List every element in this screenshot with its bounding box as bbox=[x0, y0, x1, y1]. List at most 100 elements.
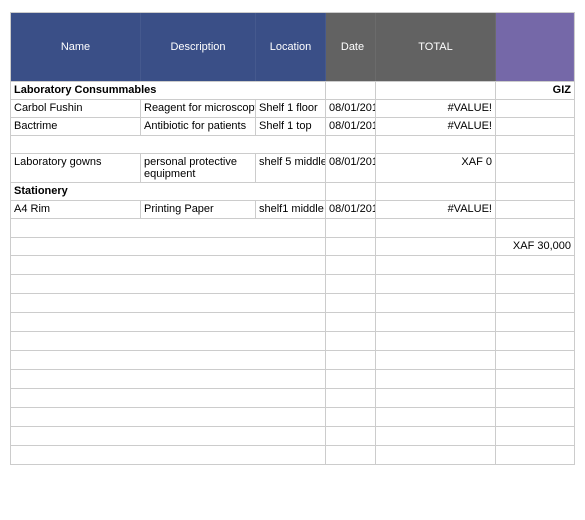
table-row[interactable] bbox=[11, 312, 574, 331]
cell-empty[interactable] bbox=[376, 332, 496, 350]
table-row[interactable] bbox=[11, 255, 574, 274]
table-row[interactable] bbox=[11, 274, 574, 293]
cell-empty[interactable] bbox=[376, 408, 496, 426]
cell-empty[interactable] bbox=[496, 351, 574, 369]
table-row[interactable] bbox=[11, 293, 574, 312]
cell-empty[interactable] bbox=[326, 408, 376, 426]
cell-empty[interactable] bbox=[11, 408, 326, 426]
table-row[interactable]: A4 Rim Printing Paper shelf1 middle 08/0… bbox=[11, 200, 574, 218]
cell-date[interactable]: 08/01/2013 bbox=[326, 154, 376, 182]
cell-loc[interactable]: Shelf 1 top bbox=[256, 118, 326, 135]
cell-empty[interactable] bbox=[326, 294, 376, 312]
cell-empty[interactable] bbox=[376, 370, 496, 388]
cell-empty[interactable] bbox=[326, 313, 376, 331]
summary-row: XAF 30,000 bbox=[11, 237, 574, 255]
cell-empty[interactable] bbox=[376, 427, 496, 445]
cell-empty[interactable] bbox=[496, 275, 574, 293]
cell-empty bbox=[11, 238, 326, 255]
summary-total: XAF 30,000 bbox=[496, 238, 574, 255]
section-header: Laboratory Consummables GIZ bbox=[11, 81, 574, 99]
cell-empty[interactable] bbox=[11, 294, 326, 312]
cell-empty[interactable] bbox=[326, 351, 376, 369]
cell-empty[interactable] bbox=[11, 256, 326, 274]
cell-empty[interactable] bbox=[376, 446, 496, 464]
cell-total[interactable]: XAF 0 bbox=[376, 154, 496, 182]
cell-empty bbox=[326, 82, 376, 99]
cell-empty[interactable] bbox=[496, 219, 574, 237]
cell-total[interactable]: #VALUE! bbox=[376, 118, 496, 135]
table-row[interactable]: Carbol Fushin Reagent for microscopy She… bbox=[11, 99, 574, 117]
cell-empty[interactable] bbox=[496, 408, 574, 426]
cell-empty[interactable] bbox=[326, 332, 376, 350]
cell-empty[interactable] bbox=[326, 219, 376, 237]
cell-name[interactable]: Bactrime bbox=[11, 118, 141, 135]
cell-empty[interactable] bbox=[11, 351, 326, 369]
cell-empty[interactable] bbox=[496, 332, 574, 350]
cell-empty[interactable] bbox=[326, 370, 376, 388]
cell-empty[interactable] bbox=[496, 256, 574, 274]
cell-loc[interactable]: Shelf 1 floor bbox=[256, 100, 326, 117]
cell-empty[interactable] bbox=[326, 427, 376, 445]
table-row[interactable]: Bactrime Antibiotic for patients Shelf 1… bbox=[11, 117, 574, 135]
cell-desc[interactable]: Printing Paper bbox=[141, 201, 256, 218]
table-row[interactable]: Laboratory gowns personal protective equ… bbox=[11, 153, 574, 182]
cell-empty[interactable] bbox=[11, 332, 326, 350]
section-title bbox=[11, 136, 326, 153]
cell-empty[interactable] bbox=[376, 389, 496, 407]
cell-name[interactable]: Laboratory gowns bbox=[11, 154, 141, 182]
cell-loc[interactable]: shelf1 middle bbox=[256, 201, 326, 218]
cell-total[interactable]: #VALUE! bbox=[376, 201, 496, 218]
cell-empty[interactable] bbox=[496, 427, 574, 445]
cell-empty[interactable] bbox=[376, 275, 496, 293]
cell-empty[interactable] bbox=[326, 256, 376, 274]
header-name: Name bbox=[11, 13, 141, 81]
cell-empty[interactable] bbox=[496, 389, 574, 407]
cell-empty[interactable] bbox=[326, 275, 376, 293]
cell-desc[interactable]: Antibiotic for patients bbox=[141, 118, 256, 135]
cell-loc[interactable]: shelf 5 middle bbox=[256, 154, 326, 182]
cell-empty[interactable] bbox=[376, 294, 496, 312]
cell-empty[interactable] bbox=[496, 294, 574, 312]
cell-date[interactable]: 08/01/2013 bbox=[326, 118, 376, 135]
table-row[interactable] bbox=[11, 218, 574, 237]
table-row[interactable] bbox=[11, 388, 574, 407]
cell-empty[interactable] bbox=[376, 351, 496, 369]
table-row[interactable] bbox=[11, 369, 574, 388]
cell-empty[interactable] bbox=[496, 370, 574, 388]
cell-name[interactable]: A4 Rim bbox=[11, 201, 141, 218]
cell-empty[interactable] bbox=[326, 446, 376, 464]
table-row[interactable] bbox=[11, 331, 574, 350]
cell-empty[interactable] bbox=[376, 256, 496, 274]
cell-empty[interactable] bbox=[11, 219, 326, 237]
table-row[interactable] bbox=[11, 426, 574, 445]
cell-ext[interactable] bbox=[496, 100, 574, 117]
cell-empty[interactable] bbox=[11, 275, 326, 293]
cell-empty[interactable] bbox=[11, 446, 326, 464]
cell-empty[interactable] bbox=[11, 313, 326, 331]
table-row[interactable] bbox=[11, 350, 574, 369]
cell-name[interactable]: Carbol Fushin bbox=[11, 100, 141, 117]
cell-empty[interactable] bbox=[376, 313, 496, 331]
blank-rows bbox=[11, 255, 574, 464]
cell-empty bbox=[326, 183, 376, 200]
cell-empty[interactable] bbox=[496, 446, 574, 464]
cell-ext[interactable] bbox=[496, 154, 574, 182]
cell-desc[interactable]: Reagent for microscopy bbox=[141, 100, 256, 117]
cell-total[interactable]: #VALUE! bbox=[376, 100, 496, 117]
cell-ext[interactable] bbox=[496, 201, 574, 218]
cell-empty[interactable] bbox=[11, 370, 326, 388]
section-title: Laboratory Consummables bbox=[11, 82, 326, 99]
cell-empty[interactable] bbox=[326, 389, 376, 407]
cell-empty bbox=[326, 238, 376, 255]
cell-empty[interactable] bbox=[376, 219, 496, 237]
cell-empty[interactable] bbox=[496, 313, 574, 331]
cell-ext[interactable] bbox=[496, 118, 574, 135]
table-row[interactable] bbox=[11, 445, 574, 464]
cell-desc[interactable]: personal protective equipment bbox=[141, 154, 256, 182]
cell-date[interactable]: 08/01/2013 bbox=[326, 201, 376, 218]
table-row[interactable] bbox=[11, 407, 574, 426]
cell-date[interactable]: 08/01/2013 bbox=[326, 100, 376, 117]
cell-empty bbox=[376, 183, 496, 200]
cell-empty[interactable] bbox=[11, 389, 326, 407]
cell-empty[interactable] bbox=[11, 427, 326, 445]
